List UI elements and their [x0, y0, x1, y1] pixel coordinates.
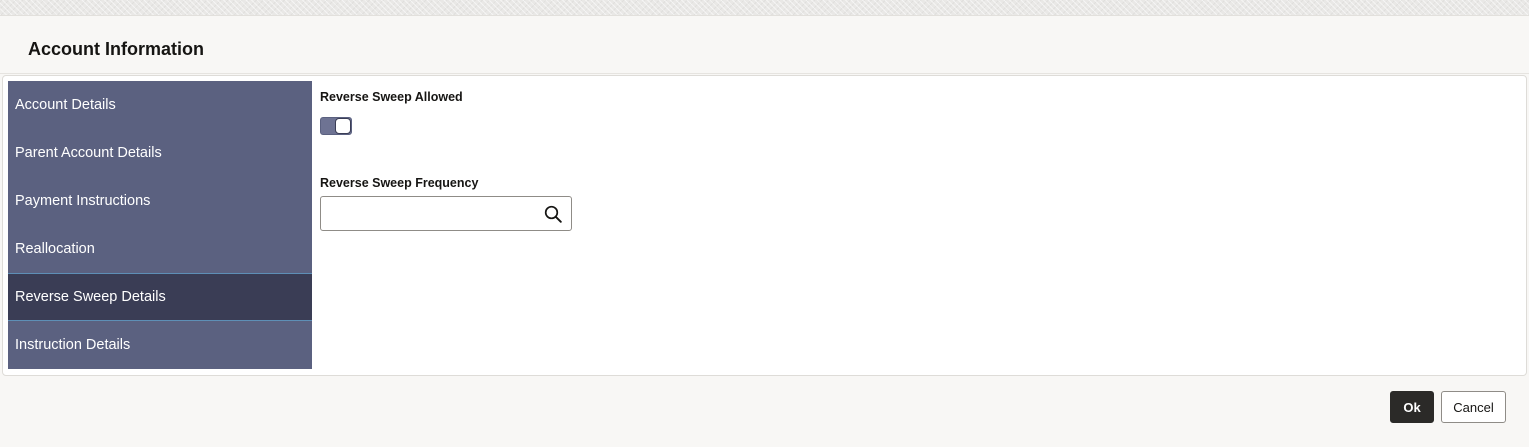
- reverse-sweep-frequency-label: Reverse Sweep Frequency: [320, 176, 479, 190]
- dialog-header: Account Information: [0, 16, 1529, 74]
- sidebar-item-payment-instructions[interactable]: Payment Instructions: [8, 177, 312, 225]
- reverse-sweep-allowed-label: Reverse Sweep Allowed: [320, 90, 463, 104]
- sidebar-item-reallocation[interactable]: Reallocation: [8, 225, 312, 273]
- sidebar-item-label: Reallocation: [15, 241, 95, 257]
- top-texture-strip: [0, 0, 1529, 16]
- ok-button[interactable]: Ok: [1390, 391, 1434, 423]
- reverse-sweep-details-form: Reverse Sweep Allowed Reverse Sweep Freq…: [313, 82, 1525, 368]
- sidebar-item-label: Account Details: [15, 97, 116, 113]
- search-icon[interactable]: [544, 205, 562, 223]
- sidebar-item-instruction-details[interactable]: Instruction Details: [8, 321, 312, 369]
- cancel-button[interactable]: Cancel: [1441, 391, 1506, 423]
- reverse-sweep-allowed-toggle[interactable]: [320, 117, 352, 135]
- sidebar-item-label: Payment Instructions: [15, 193, 151, 209]
- dialog-title: Account Information: [28, 39, 204, 59]
- sidebar-item-account-details[interactable]: Account Details: [8, 81, 312, 129]
- sidebar-item-parent-account-details[interactable]: Parent Account Details: [8, 129, 312, 177]
- reverse-sweep-frequency-input[interactable]: [321, 197, 541, 230]
- toggle-knob: [335, 118, 351, 134]
- sidebar-nav: Account Details Parent Account Details P…: [8, 81, 312, 369]
- sidebar-item-label: Reverse Sweep Details: [15, 289, 166, 305]
- sidebar-item-reverse-sweep-details[interactable]: Reverse Sweep Details: [8, 273, 312, 321]
- reverse-sweep-frequency-field: [320, 196, 572, 231]
- sidebar-item-label: Parent Account Details: [15, 145, 162, 161]
- sidebar-item-label: Instruction Details: [15, 337, 131, 353]
